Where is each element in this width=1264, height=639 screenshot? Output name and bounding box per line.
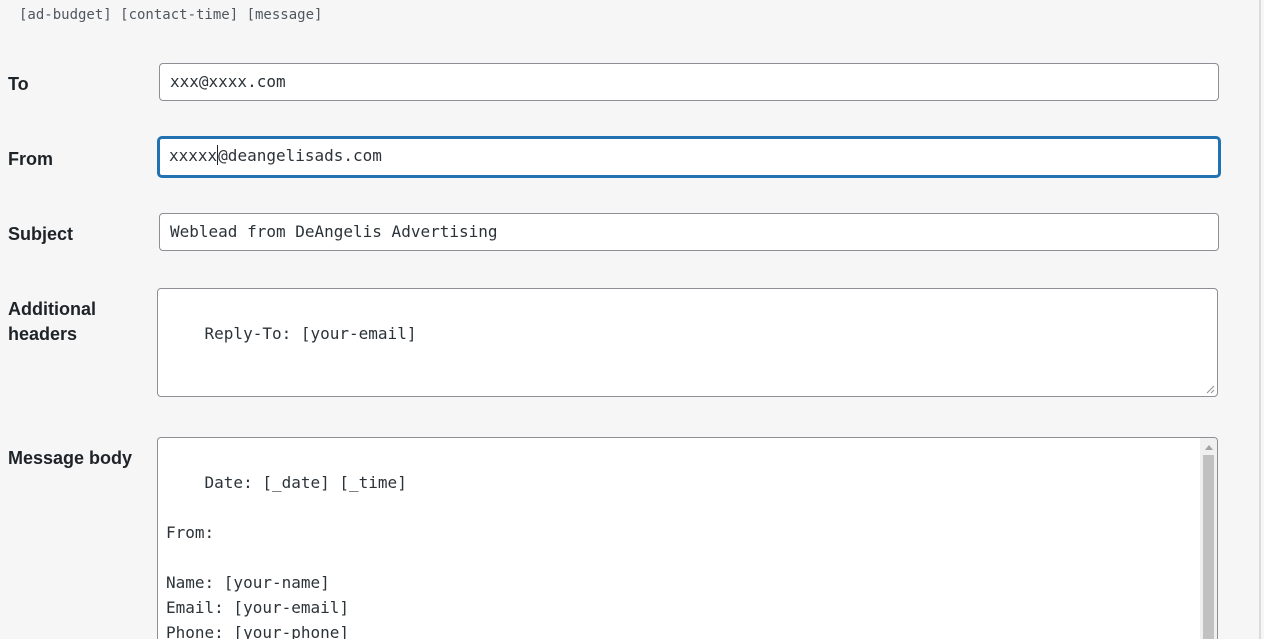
from-input[interactable]: xxxxx@deangelisads.com <box>158 137 1220 177</box>
to-input[interactable]: xxx@xxxx.com <box>159 63 1219 101</box>
from-value-end: @deangelisads.com <box>218 146 382 165</box>
panel-right-border <box>1259 0 1261 639</box>
scroll-thumb[interactable] <box>1203 455 1214 639</box>
resize-grip-icon[interactable] <box>1205 384 1215 394</box>
subject-input[interactable]: Weblead from DeAngelis Advertising <box>159 213 1219 251</box>
mail-settings-panel: [ad-budget] [contact-time] [message] To … <box>0 0 1264 639</box>
message-body-value: Date: [_date] [_time] From: Name: [your-… <box>166 473 407 639</box>
from-value-start: xxxxx <box>169 146 218 165</box>
mail-tags-list: [ad-budget] [contact-time] [message] <box>19 7 323 23</box>
scroll-up-arrow-icon[interactable] <box>1200 440 1217 454</box>
additional-headers-value: Reply-To: [your-email] <box>204 324 417 343</box>
message-body-scrollbar[interactable] <box>1200 438 1217 639</box>
additional-headers-label: Additional headers <box>8 299 96 344</box>
message-body-label: Message body <box>8 448 133 468</box>
from-label: From <box>8 149 53 169</box>
subject-label: Subject <box>8 224 74 244</box>
message-body-textarea[interactable]: Date: [_date] [_time] From: Name: [your-… <box>157 437 1218 639</box>
to-label: To <box>8 74 29 94</box>
additional-headers-textarea[interactable]: Reply-To: [your-email] <box>157 288 1218 397</box>
